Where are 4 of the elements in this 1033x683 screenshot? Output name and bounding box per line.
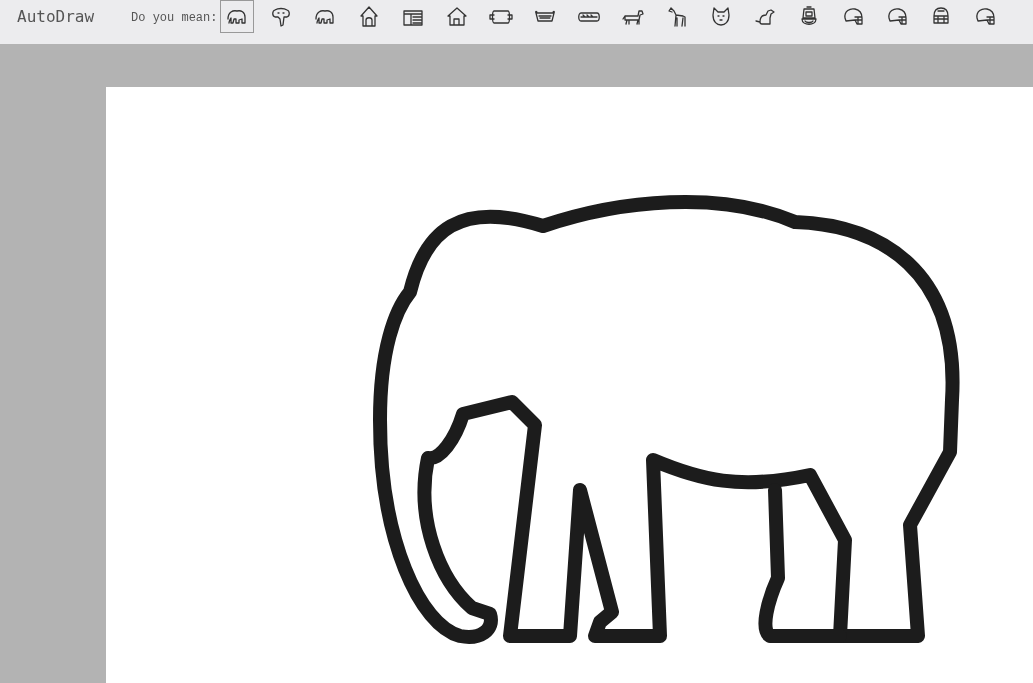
suggestion-button[interactable] (220, 0, 255, 33)
suggestions-label: Do you mean: (131, 11, 218, 25)
drawing-canvas[interactable] (106, 87, 1033, 683)
app-title: AutoDraw (17, 7, 95, 26)
